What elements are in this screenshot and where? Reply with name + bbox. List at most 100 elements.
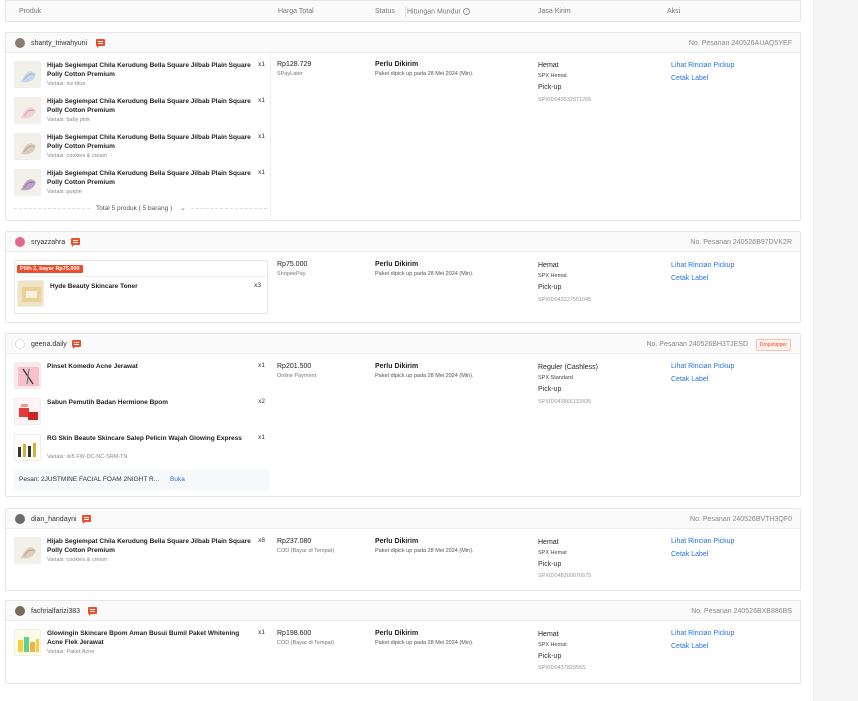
status-description: Paket dipick up pada 28 Mei 2024 (Min). [375,373,474,379]
shipping-method: Pick-up [538,84,562,91]
status-description: Paket dipick up pada 28 Mei 2024 (Min). [375,640,474,646]
product-thumbnail [14,398,41,425]
col-status: Status [375,8,395,15]
product-variant: Variasi: baby pink [47,117,91,123]
buyer-note-text: Pesan: 2JUSTMINE FACIAL FOAM 2NIGHT R... [19,476,160,483]
product-thumbnail [14,362,41,389]
product-variant: Variasi: isi5 FW-DC-NC-SRM-TN [47,454,128,460]
product-column: Pinset Komedo Acne Jerawat x1 Sabun Pemu… [6,354,271,497]
product-qty: x1 [258,629,265,636]
total-products-toggle[interactable]: Total 5 produk ( 5 barang ) ⌄ [6,205,271,215]
order-status: Perlu Dikirim [375,630,419,637]
view-pickup-details-link[interactable]: Lihat Rincian Pickup [671,262,734,269]
order-header: dian_handayni No. Pesanan 240526BVTH3QF0 [6,509,800,529]
shipping-service: Reguler (Cashless) [538,364,598,371]
payment-method: ShopeePay [277,271,306,277]
product-qty: x1 [258,434,265,441]
print-label-link[interactable]: Cetak Label [671,551,708,558]
product-thumbnail [14,61,41,88]
right-sidebar [813,0,858,701]
view-pickup-details-link[interactable]: Lihat Rincian Pickup [671,630,734,637]
chat-icon[interactable] [82,515,91,524]
tracking-number: SPXID049532971265 [538,97,592,103]
shipping-method: Pick-up [538,284,562,291]
buyer-username[interactable]: sryazzahra [31,239,65,246]
product-variant: Variasi: Paket Acne [47,649,95,655]
buyer-username[interactable]: dian_handayni [31,516,77,523]
shipping-service: Hemat [538,62,559,69]
chat-icon[interactable] [72,340,81,349]
product-qty: x1 [258,61,265,68]
buyer-username[interactable]: shanty_triwahyuni [31,40,87,47]
product-variant: Variasi: purple [47,189,82,195]
product-column: Pilih 2, bayar Rp75.000 Hyde Beauty Skin… [6,252,271,322]
tracking-number: SPXID048300876675 [538,573,592,579]
order-card: sryazzahra No. Pesanan 240526B97DVK2R Pi… [5,231,801,323]
avatar [15,514,25,524]
col-harga-total: Harga Total [278,8,314,15]
shipping-service: Hemat [538,631,559,638]
buyer-username[interactable]: fachrialfarizi383 [31,608,80,615]
product-name: Hyde Beauty Skincare Toner [50,283,138,290]
payment-method: COD (Bayar di Tempat) [277,548,335,554]
avatar [15,606,25,616]
view-pickup-details-link[interactable]: Lihat Rincian Pickup [671,538,734,545]
chevron-down-icon: ⌄ [180,205,186,212]
product-column: Hijab Segiempat Chila Kerudung Bella Squ… [6,53,271,221]
chat-icon[interactable] [71,238,80,247]
product-variant: Variasi: cookies & cream [47,153,108,159]
avatar [15,339,25,349]
product-thumbnail [17,280,44,307]
view-pickup-details-link[interactable]: Lihat Rincian Pickup [671,363,734,370]
chat-icon[interactable] [88,607,97,616]
view-pickup-details-link[interactable]: Lihat Rincian Pickup [671,62,734,69]
price-total: Rp201.500 [277,363,312,370]
status-description: Paket dipick up pada 28 Mei 2024 (Min). [375,271,474,277]
payment-method: COD (Bayar di Tempat) [277,640,335,646]
chat-icon[interactable] [96,39,105,48]
product-thumbnail [14,169,41,196]
promo-badge: Pilih 2, bayar Rp75.000 [17,265,83,273]
print-label-link[interactable]: Cetak Label [671,643,708,650]
order-number: No. Pesanan 240526BH3TJESD [646,341,748,348]
product-name: Glowingin Skincare Bpom Aman Busui Bumil… [47,630,240,646]
order-header: fachrialfarizi383 No. Pesanan 240526BXB8… [6,601,800,621]
col-produk: Produk [19,8,42,15]
product-qty: x2 [258,398,265,405]
product-thumbnail [14,97,41,124]
product-variant: Variasi: ice blue [47,81,86,87]
order-number: No. Pesanan 240526BXB886BS [691,608,792,615]
payment-method: SPayLater [277,71,303,77]
product-name: Hijab Segiempat Chila Kerudung Bella Squ… [47,538,251,554]
buyer-note: Pesan: 2JUSTMINE FACIAL FOAM 2NIGHT R...… [14,470,270,490]
print-label-link[interactable]: Cetak Label [671,75,708,82]
total-products-label: Total 5 produk ( 5 barang ) [96,205,173,212]
order-card: dian_handayni No. Pesanan 240526BVTH3QF0… [5,508,801,591]
column-header: Produk Harga Total Status Hitungan Mundu… [5,0,801,22]
product-qty: x1 [258,169,265,176]
price-total: Rp75.000 [277,261,308,268]
help-icon[interactable]: ? [462,8,470,15]
print-label-link[interactable]: Cetak Label [671,376,708,383]
print-label-link[interactable]: Cetak Label [671,275,708,282]
shipping-courier: SPX Hemat [538,73,567,79]
order-status: Perlu Dikirim [375,61,419,68]
status-description: Paket dipick up pada 28 Mei 2024 (Min). [375,71,474,77]
product-thumbnail [14,629,41,656]
shipping-courier: SPX Hemat [538,273,567,279]
buyer-username[interactable]: geena.daily [31,341,67,348]
price-total: Rp128.729 [277,61,312,68]
shipping-courier: SPX Hemat [538,550,567,556]
product-name: Pinset Komedo Acne Jerawat [47,363,138,370]
tracking-number: SPXID043866133435 [538,399,592,405]
open-note-link[interactable]: Buka [170,476,185,483]
order-number: No. Pesanan 240526B97DVK2R [690,239,792,246]
col-hitungan-mundur: Hitungan Mundur? [407,8,470,15]
tracking-number: SPXID043782956S [538,665,586,671]
product-thumbnail [14,434,41,461]
product-qty: x1 [258,133,265,140]
avatar [15,237,25,247]
order-header: shanty_triwahyuni No. Pesanan 240526AUAQ… [6,33,800,53]
col-jasa-kirim: Jasa Kirim [538,8,571,15]
product-variant: Variasi: cookies & cream [47,557,108,563]
